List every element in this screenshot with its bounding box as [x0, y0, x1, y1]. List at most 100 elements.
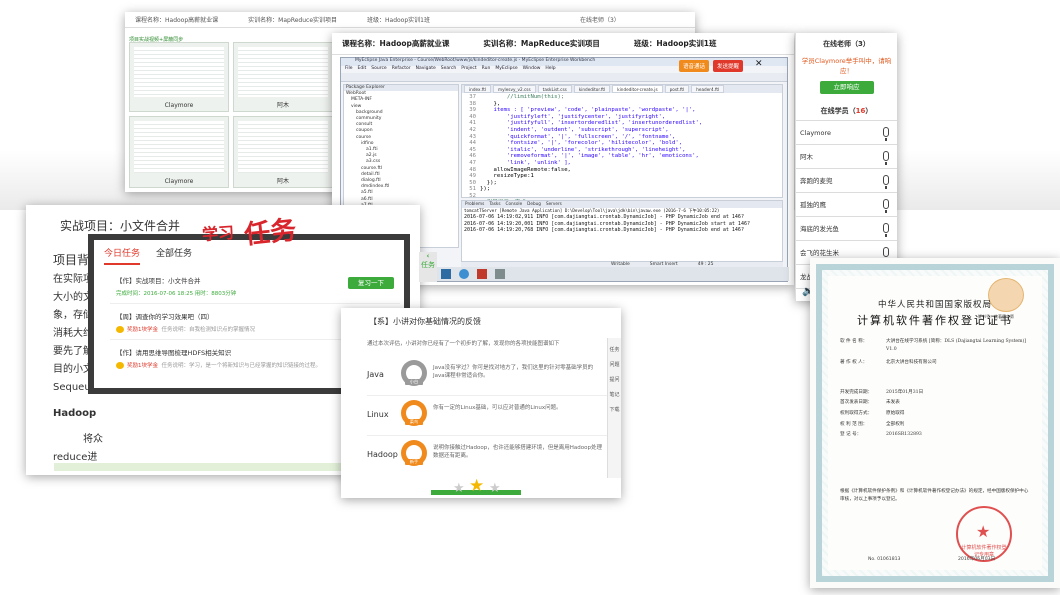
menu-help[interactable]: Help [545, 66, 555, 73]
field-row: 开发完成日期： 2015年01月31日 [840, 389, 1030, 397]
task-meta: 任务说明：学习，是一个将新知识与已经掌握的知识链接的过程。 [161, 363, 322, 369]
certificate-paragraph: 根据《计算机软件保护条例》和《计算机软件著作权登记办法》的规定，经中国版权保护中… [840, 489, 1029, 502]
thumb-4[interactable]: 阿木 [233, 116, 333, 188]
review-button[interactable]: 复习一下 [348, 277, 394, 289]
student-name: Claymore [800, 129, 832, 137]
editor-tab[interactable]: index.ftl [464, 85, 491, 93]
app-icon[interactable] [495, 269, 505, 279]
field-key: 软 件 名 称： [840, 339, 868, 344]
desc-line: 将众 [83, 434, 103, 445]
eclipse-icon[interactable] [441, 269, 451, 279]
console-line: 2016-07-06 14:19:20,768 INFO [com.dajian… [464, 227, 744, 234]
code-area[interactable]: 3738394041424344454647484950515253 //lim… [462, 94, 782, 206]
skill-row-java: Java 小白 Java没有学过？你可是找对地方了，我们这里的针对零基础学员的J… [367, 356, 607, 396]
skill-desc: 你有一定的Linux基础，可以应对普通的Linux问题。 [433, 405, 562, 411]
menu-window[interactable]: Window [523, 66, 541, 73]
student-name: 奔跑的麦兜 [800, 177, 833, 185]
editor-tab[interactable]: header4.ftl [691, 85, 725, 93]
side-questions[interactable]: 问题 [608, 361, 621, 368]
official-seal-icon: ★ 计算机软件著作权登记专用章 [956, 506, 1012, 562]
side-task-tab[interactable]: ‹ 任务 [419, 252, 437, 282]
editor-tab[interactable]: mylesvy_v2.css [493, 85, 536, 93]
course-header: 课程名称：Hadoop高薪就业课 实训名称：MapReduce实训项目 班级：H… [332, 33, 794, 55]
tab-servers[interactable]: Servers [546, 201, 562, 208]
training-name: 实训名称：MapReduce实训项目 [483, 39, 600, 48]
level-badge-icon: 小白 [401, 360, 427, 386]
side-ask[interactable]: 提问 [608, 376, 621, 383]
skill-desc: Java没有学过？你可是找对地方了，我们这里的针对零基础学员的Java课程非常适… [433, 365, 594, 379]
task-meta-row: 奖励1块学金 任务说明：学习，是一个将新知识与已经掌握的知识链接的过程。 [116, 361, 321, 369]
code-line: 'quickformat', '|', 'fullscreen', '/', '… [480, 133, 676, 140]
line-number: 45 [469, 146, 476, 153]
tab-tasks[interactable]: Tasks [489, 201, 500, 208]
mic-icon[interactable] [883, 223, 889, 237]
student-item[interactable]: 阿木 [796, 145, 897, 169]
field-key: 著 作 权 人： [840, 360, 868, 366]
side-task-label: 任务 [421, 261, 435, 269]
line-number: 46 [469, 153, 476, 160]
voice-call-button[interactable]: 语音通话 [679, 60, 710, 72]
side-download[interactable]: 下载 [608, 406, 621, 413]
menu-run[interactable]: Run [482, 66, 491, 73]
hand-raise-notice: 学员Claymore举手叫中，请响应！ [801, 57, 892, 75]
side-notes[interactable]: 笔记 [608, 391, 621, 398]
tab-debug[interactable]: Debug [527, 201, 541, 208]
mic-icon[interactable] [883, 175, 889, 189]
certificate-number: No. 01061813 [868, 557, 901, 562]
tab-all[interactable]: 全部任务 [156, 246, 192, 265]
student-item[interactable]: 海底的发光鱼 [796, 217, 897, 241]
close-icon[interactable]: ✕ [755, 59, 763, 69]
student-item[interactable]: 孤独的鹰 [796, 193, 897, 217]
mic-icon[interactable] [883, 199, 889, 213]
skill-name: Hadoop [367, 450, 398, 459]
menu-edit[interactable]: Edit [358, 66, 367, 73]
side-tasks[interactable]: 任务 [608, 346, 621, 353]
tab-console[interactable]: Console [506, 201, 523, 208]
thumb-3[interactable]: Claymore [129, 116, 229, 188]
mic-icon[interactable] [883, 151, 889, 165]
thumb-caption: Claymore [164, 102, 194, 109]
survey-side-toolbar: 任务 问题 提问 笔记 下载 [607, 338, 621, 478]
line-number: 38 [469, 100, 476, 107]
respond-button[interactable]: 立即响应 [819, 81, 874, 94]
editor-tab[interactable]: taskList.css [537, 85, 572, 93]
student-item[interactable]: 奔跑的麦兜 [796, 169, 897, 193]
tab-today[interactable]: 今日任务 [104, 246, 141, 265]
menu-refactor[interactable]: Refactor [392, 66, 411, 73]
mic-icon[interactable] [883, 127, 889, 141]
code-line: resizeType:1 [480, 173, 534, 180]
line-number: 42 [469, 126, 476, 133]
line-number: 43 [469, 133, 476, 140]
task-name: 【作】实战项目：小文件合并 [116, 277, 201, 285]
back-topbar: 课程名称：Hadoop高薪就业课 实训名称：MapReduce实训项目 班级：H… [125, 12, 695, 28]
student-item[interactable]: Claymore [796, 121, 897, 145]
menu-project[interactable]: Project [461, 66, 476, 73]
menu-file[interactable]: File [345, 66, 353, 73]
browser-icon[interactable] [459, 269, 469, 279]
editor-tab-active[interactable]: kindeditor-create.js [612, 85, 663, 93]
line-number: 40 [469, 113, 476, 120]
task-meta: 完成时间：2016-07-06 18:25 用时：8803分钟 [116, 291, 237, 297]
certificate-title: 计算机软件著作权登记证书 [857, 314, 1013, 327]
star-icon: ★ [489, 481, 501, 496]
editor-tab[interactable]: kindeditor.ftl [573, 85, 611, 93]
editor-tab[interactable]: post.ftl [664, 85, 690, 93]
app-icon[interactable] [477, 269, 487, 279]
menu-myeclipse[interactable]: MyEclipse [495, 66, 517, 73]
menu-navigate[interactable]: Navigate [416, 66, 436, 73]
mic-icon[interactable] [883, 247, 889, 261]
thumb-1[interactable]: Claymore [129, 42, 229, 112]
send-reminder-button[interactable]: 发送提醒 [713, 60, 744, 72]
study-logo: 学习 [201, 222, 235, 245]
menu-search[interactable]: Search [441, 66, 456, 73]
task-item[interactable]: 【作】实战项目：小文件合并 完成时间：2016-07-06 18:25 用时：8… [110, 270, 400, 304]
coin-icon [116, 362, 124, 369]
tab-problems[interactable]: Problems [465, 201, 484, 208]
code-line: 'fontsize', '|', 'forecolor', 'hilitecol… [480, 140, 683, 147]
field-value: 北京大讲台科技有限公司 [886, 360, 937, 366]
survey-title: 【系】小讲对你基础情况的反馈 [369, 317, 481, 326]
eclipse-toolbar [341, 73, 787, 82]
badge-label: 菜鸟 [405, 419, 423, 425]
menu-source[interactable]: Source [371, 66, 386, 73]
thumb-2[interactable]: 阿木 [233, 42, 333, 112]
